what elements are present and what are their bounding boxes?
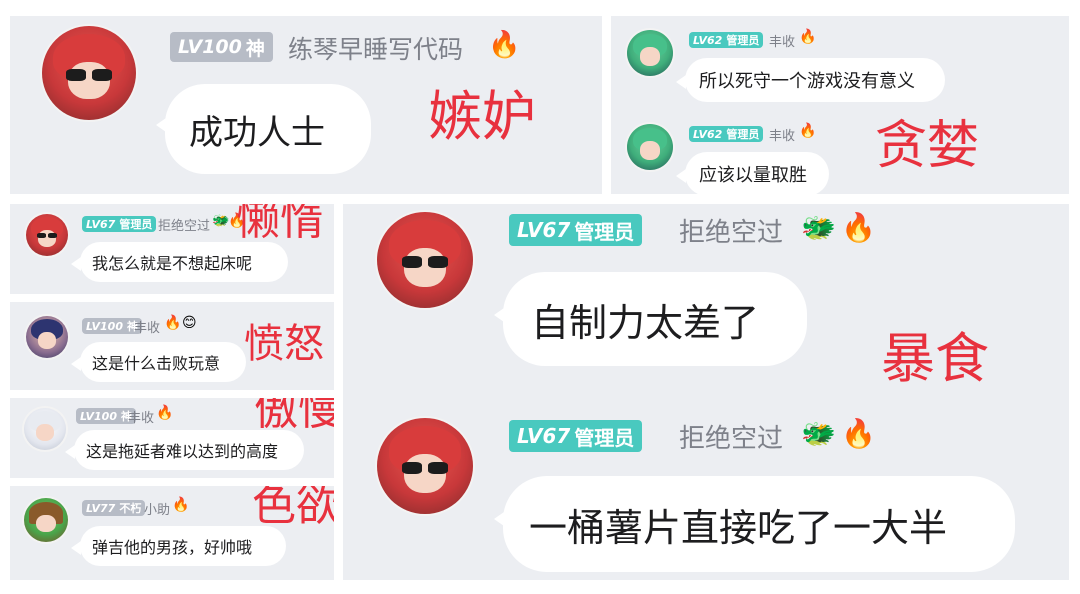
pride-panel: LV100 神 丰收 🔥 这是拖延者难以达到的高度 傲慢 <box>10 398 334 478</box>
message-bubble[interactable]: 一桶薯片直接吃了一大半 <box>494 476 1015 572</box>
dragon-icon: 🐲 <box>801 211 836 244</box>
level-badge: LV100 神 <box>170 32 273 62</box>
level-badge: LV62 管理员 <box>689 126 764 142</box>
user-avatar[interactable] <box>377 418 473 514</box>
user-avatar[interactable] <box>26 214 68 256</box>
user-avatar[interactable] <box>24 408 66 450</box>
message-bubble[interactable]: 应该以量取胜 <box>676 152 829 194</box>
username[interactable]: 拒绝空过 <box>158 215 210 234</box>
flame-icon: 🔥 <box>172 497 190 513</box>
smile-icon: 😊 <box>182 315 197 331</box>
username[interactable]: 丰收 <box>134 317 160 336</box>
user-avatar[interactable] <box>26 316 68 358</box>
sin-label-pride: 傲慢 <box>254 398 334 435</box>
message-bubble[interactable]: 我怎么就是不想起床呢 <box>71 242 288 282</box>
flame-icon: 🔥 <box>164 315 182 331</box>
username[interactable]: 练琴早睡写代码 <box>288 30 463 66</box>
username[interactable]: 小助 <box>144 499 170 518</box>
user-avatar[interactable] <box>24 498 68 542</box>
username[interactable]: 丰收 <box>769 31 795 50</box>
message-text: 我怎么就是不想起床呢 <box>92 254 253 273</box>
flame-icon: 🔥 <box>841 211 876 244</box>
message-text: 这是拖延者难以达到的高度 <box>86 442 279 461</box>
dragon-icon: 🐲 <box>212 213 230 229</box>
lust-panel: LV77 不朽 小助 🔥 弹吉他的男孩，好帅哦 色欲 <box>10 486 334 580</box>
level-badge: LV67 管理员 <box>509 420 643 452</box>
sin-label-envy: 嫉妒 <box>428 85 536 148</box>
message-text: 所以死守一个游戏没有意义 <box>699 71 915 92</box>
wrath-panel: LV100 神 丰收 🔥 😊 这是什么击败玩意 愤怒 <box>10 302 334 390</box>
user-avatar[interactable] <box>627 124 673 170</box>
message-bubble[interactable]: 弹吉他的男孩，好帅哦 <box>71 526 286 566</box>
message-text: 一桶薯片直接吃了一大半 <box>529 505 948 550</box>
gluttony-panel: LV67 管理员 拒绝空过 🐲 🔥 自制力太差了 LV67 管理员 拒绝空过 🐲 🔥… <box>343 204 1069 580</box>
message-bubble[interactable]: 自制力太差了 <box>494 272 807 366</box>
flame-icon: 🔥 <box>799 29 817 45</box>
message-text: 成功人士 <box>189 112 325 153</box>
sloth-panel: LV67 管理员 拒绝空过 🐲 🔥 我怎么就是不想起床呢 懒惰 <box>10 204 334 294</box>
sin-label-lust: 色欲 <box>252 486 334 531</box>
level-badge: LV67 管理员 <box>82 216 157 232</box>
flame-icon: 🔥 <box>841 417 876 450</box>
level-badge: LV62 管理员 <box>689 32 764 48</box>
username[interactable]: 丰收 <box>128 407 154 426</box>
message-bubble[interactable]: 成功人士 <box>156 84 371 174</box>
flame-icon: 🔥 <box>799 123 817 139</box>
dragon-icon: 🐲 <box>801 417 836 450</box>
level-badge: LV67 管理员 <box>509 214 643 246</box>
username[interactable]: 拒绝空过 <box>679 212 783 249</box>
sin-label-sloth: 懒惰 <box>236 204 324 245</box>
envy-panel: LV100 神 练琴早睡写代码 🔥 成功人士 嫉妒 <box>10 16 602 194</box>
level-badge: LV77 不朽 <box>82 500 146 516</box>
username[interactable]: 拒绝空过 <box>679 418 783 455</box>
message-text: 自制力太差了 <box>531 300 760 345</box>
message-bubble[interactable]: 这是什么击败玩意 <box>71 342 246 382</box>
flame-icon: 🔥 <box>156 405 174 421</box>
user-avatar[interactable] <box>627 30 673 76</box>
level-badge: LV100 神 <box>82 318 142 334</box>
sin-label-gluttony: 暴食 <box>881 327 989 390</box>
user-avatar[interactable] <box>42 26 136 120</box>
username[interactable]: 丰收 <box>769 125 795 144</box>
message-text: 应该以量取胜 <box>699 165 807 186</box>
message-text: 弹吉他的男孩，好帅哦 <box>92 538 253 557</box>
greed-panel: LV62 管理员 丰收 🔥 所以死守一个游戏没有意义 LV62 管理员 丰收 🔥 应… <box>611 16 1069 194</box>
level-badge: LV100 神 <box>76 408 136 424</box>
user-avatar[interactable] <box>377 212 473 308</box>
flame-icon: 🔥 <box>488 30 521 60</box>
message-bubble[interactable]: 这是拖延者难以达到的高度 <box>65 430 304 470</box>
sin-label-greed: 贪婪 <box>875 116 980 176</box>
sin-label-wrath: 愤怒 <box>244 321 324 367</box>
message-text: 这是什么击败玩意 <box>92 354 221 373</box>
message-bubble[interactable]: 所以死守一个游戏没有意义 <box>676 58 945 102</box>
